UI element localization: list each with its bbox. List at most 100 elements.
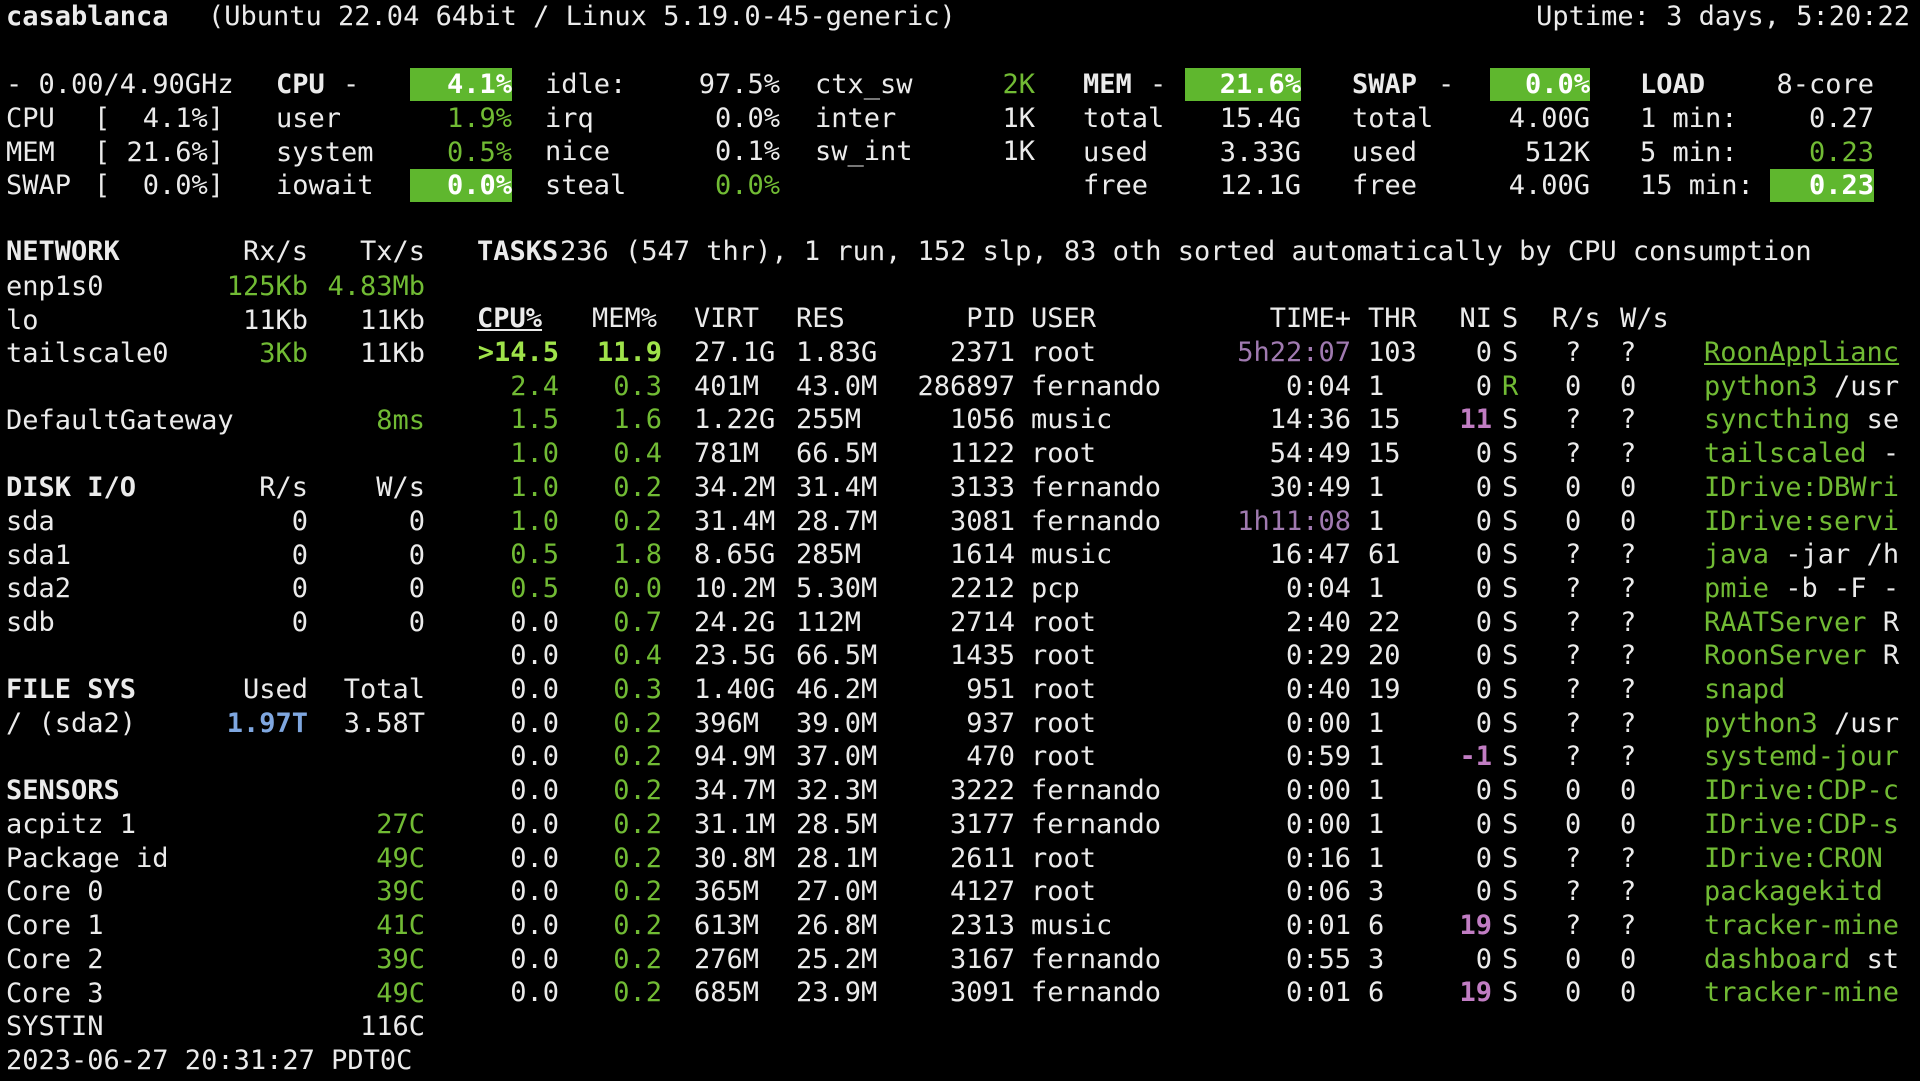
- proc-thr: 15: [1368, 438, 1401, 469]
- sensor-label: SYSTIN: [6, 1011, 104, 1042]
- proc-state: S: [1502, 404, 1519, 435]
- proc-res: 5.30M: [796, 573, 878, 604]
- proc-command: java -jar /h: [1704, 538, 1899, 571]
- proc-ni: 0: [1475, 674, 1492, 705]
- proc-pid: 2313: [949, 910, 1015, 941]
- proc-command-name: IDrive:CDP-s: [1704, 809, 1900, 840]
- diskio-write: 0: [408, 506, 425, 537]
- cpu-user-value: 1.9%: [446, 103, 512, 134]
- diskio-read: 0: [291, 506, 308, 537]
- proc-virt: 27.1G: [694, 337, 776, 368]
- proc-user: root: [1031, 741, 1097, 772]
- proc-pid: 3222: [949, 775, 1015, 806]
- sensors-title: SENSORS: [6, 775, 120, 806]
- proc-state: S: [1502, 573, 1519, 604]
- proc-user: fernando: [1031, 775, 1162, 806]
- proc-command-name: packagekitd: [1704, 876, 1883, 907]
- proc-mem: 0.3: [613, 674, 662, 705]
- sensor-value: 49C: [376, 978, 425, 1009]
- proc-virt: 31.4M: [694, 506, 776, 537]
- proc-state: S: [1502, 741, 1519, 772]
- proc-ni: 0: [1475, 371, 1492, 402]
- proc-virt: 401M: [694, 371, 760, 402]
- proc-thr: 1: [1368, 775, 1385, 806]
- proc-state: S: [1502, 640, 1519, 671]
- network-iface: lo: [6, 305, 39, 336]
- swap-used-value: 512K: [1524, 137, 1590, 168]
- col-pid-header[interactable]: PID: [900, 302, 1015, 335]
- proc-write: ?: [1620, 337, 1637, 368]
- mem-free-value: 12.1G: [1219, 170, 1301, 201]
- proc-user: fernando: [1031, 371, 1162, 402]
- cpu2-2-value: 0.1%: [714, 136, 780, 167]
- proc-read: 0: [1565, 472, 1582, 503]
- proc-command-name: pmie: [1704, 573, 1770, 604]
- swap-percent-badge: 0.0%: [1490, 68, 1590, 101]
- col-time-header[interactable]: TIME+: [1200, 302, 1351, 335]
- col-cpu-header[interactable]: CPU%: [477, 302, 577, 335]
- proc-command-name: syncthing: [1704, 404, 1851, 435]
- swap-used-label: used: [1352, 137, 1418, 168]
- cpu2-0-label: idle:: [545, 69, 627, 100]
- proc-cpu: 0.0: [510, 607, 559, 638]
- proc-command: python3 /usr: [1704, 370, 1899, 403]
- proc-pid: 2611: [949, 843, 1015, 874]
- cpu3-inter-label: inter: [815, 103, 897, 134]
- proc-mem: 0.2: [613, 775, 662, 806]
- proc-res: 28.5M: [796, 809, 878, 840]
- network-rx-header: Rx/s: [242, 236, 308, 267]
- proc-time: 2:40: [1285, 607, 1351, 638]
- proc-thr: 1: [1368, 573, 1385, 604]
- col-ni-header[interactable]: NI: [1440, 302, 1492, 335]
- proc-state: S: [1502, 775, 1519, 806]
- proc-virt: 94.9M: [694, 741, 776, 772]
- proc-command: packagekitd: [1704, 875, 1883, 908]
- diskio-w-header: W/s: [376, 472, 425, 503]
- proc-virt: 34.7M: [694, 775, 776, 806]
- proc-mem: 0.2: [613, 876, 662, 907]
- proc-cpu: 0.0: [510, 809, 559, 840]
- sensor-label: Core 1: [6, 910, 104, 941]
- proc-user: music: [1031, 404, 1113, 435]
- col-res-header[interactable]: RES: [796, 302, 845, 335]
- col-ws-header[interactable]: W/s: [1620, 302, 1669, 335]
- proc-mem: 1.8: [613, 539, 662, 570]
- diskio-write: 0: [408, 540, 425, 571]
- filesys-title: FILE SYS: [6, 674, 137, 705]
- col-user-header[interactable]: USER: [1031, 302, 1096, 335]
- col-rs-header[interactable]: R/s: [1552, 302, 1601, 335]
- proc-ni: 0: [1475, 506, 1492, 537]
- mem-total-label: total: [1083, 103, 1165, 134]
- col-s-header[interactable]: S: [1502, 302, 1518, 335]
- cpu2-1-label: irq: [545, 103, 594, 134]
- proc-command: syncthing se: [1704, 403, 1899, 436]
- proc-user: fernando: [1031, 472, 1162, 503]
- proc-virt: 365M: [694, 876, 760, 907]
- col-mem-header[interactable]: MEM%: [592, 302, 657, 335]
- quicklook-mem-value: [ 21.6%]: [93, 137, 224, 168]
- proc-time: 54:49: [1269, 438, 1351, 469]
- proc-mem: 0.2: [613, 977, 662, 1008]
- swap-total-label: total: [1352, 103, 1434, 134]
- cpu2-1-value: 0.0%: [714, 103, 780, 134]
- cpu3-inter-value: 1K: [1002, 103, 1035, 134]
- proc-virt: 34.2M: [694, 472, 776, 503]
- diskio-read: 0: [291, 540, 308, 571]
- proc-read: ?: [1565, 843, 1582, 874]
- proc-state: S: [1502, 876, 1519, 907]
- proc-cpu: 0.0: [510, 977, 559, 1008]
- proc-ni: 0: [1475, 539, 1492, 570]
- proc-cpu: 2.4: [510, 371, 559, 402]
- proc-pid: 2212: [949, 573, 1015, 604]
- col-thr-header[interactable]: THR: [1368, 302, 1417, 335]
- proc-write: 0: [1620, 371, 1637, 402]
- proc-command: systemd-jour: [1704, 740, 1899, 773]
- proc-time: 30:49: [1269, 472, 1351, 503]
- network-iface: enp1s0: [6, 271, 104, 302]
- proc-mem: 0.0: [613, 573, 662, 604]
- col-virt-header[interactable]: VIRT: [694, 302, 759, 335]
- proc-mem: 0.7: [613, 607, 662, 638]
- proc-mem: 0.4: [613, 438, 662, 469]
- proc-user: fernando: [1031, 977, 1162, 1008]
- proc-read: ?: [1565, 539, 1582, 570]
